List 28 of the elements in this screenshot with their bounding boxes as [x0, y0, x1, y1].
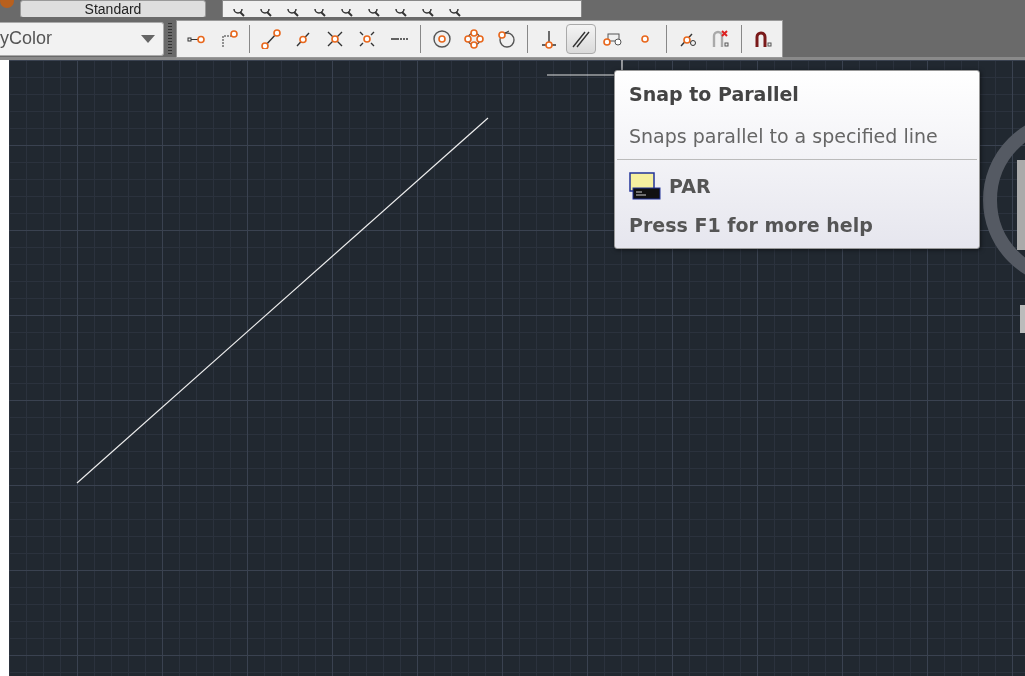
toolbar-grip[interactable]: [168, 22, 172, 55]
dropdown-arrow-icon: [141, 34, 155, 43]
snap-none-icon: [710, 28, 730, 49]
center-icon: [432, 28, 452, 49]
zoom-icon[interactable]: [231, 9, 245, 17]
node-icon: [641, 34, 649, 43]
style-combo[interactable]: Standard: [20, 0, 206, 17]
tooltip-description: Snaps parallel to a specified line: [628, 124, 939, 149]
tangent-icon: [496, 28, 516, 49]
snap-button[interactable]: [566, 23, 596, 54]
perpendicular-icon: [539, 28, 559, 49]
zoom-icon[interactable]: [339, 9, 353, 17]
zoom-icon[interactable]: [285, 9, 299, 17]
quadrant-icon: [464, 28, 484, 49]
zoom-icon[interactable]: [420, 9, 434, 17]
zoom-icon[interactable]: [447, 9, 461, 17]
zoom-icon[interactable]: [393, 9, 407, 17]
zoom-icon[interactable]: [312, 9, 326, 17]
endpoint-icon: [261, 28, 281, 49]
zoom-icon[interactable]: [366, 9, 380, 17]
help-hint: Press F1 for more help: [628, 213, 874, 236]
extension-icon: [389, 36, 409, 41]
command-window-icon: [629, 172, 661, 200]
tooltip-title: Snap to Parallel: [628, 83, 800, 105]
zoom-icon[interactable]: [258, 9, 272, 17]
drawing-canvas[interactable]: Snap to Parallel Snaps parallel to a specified line PAR Press F1 for more help: [0, 60, 1025, 676]
command-name: PAR: [669, 175, 711, 197]
color-combo[interactable]: yColor: [0, 21, 164, 56]
